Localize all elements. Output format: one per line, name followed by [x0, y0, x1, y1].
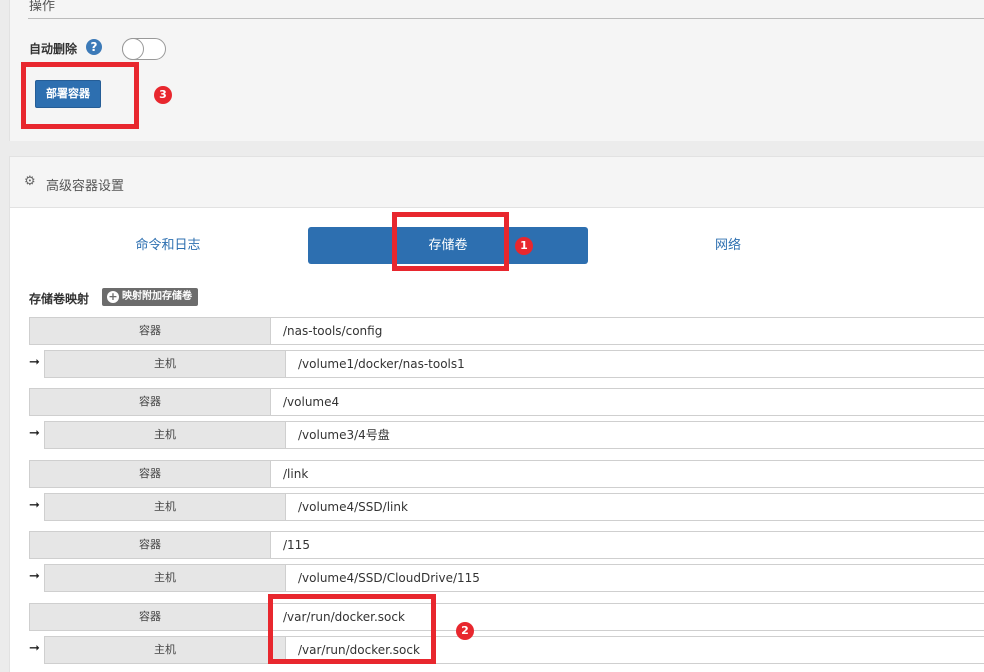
- advanced-title: 高级容器设置: [46, 179, 125, 194]
- container-label: 容器: [29, 531, 271, 559]
- arrow-right-icon: ➞: [29, 355, 40, 370]
- arrow-right-icon: ➞: [29, 426, 40, 441]
- arrow-right-icon: ➞: [29, 569, 40, 584]
- tab-command-log[interactable]: 命令和日志: [28, 227, 308, 264]
- host-label: 主机: [44, 564, 286, 592]
- host-path-input[interactable]: /volume1/docker/nas-tools1: [286, 350, 984, 378]
- advanced-header: ⚙ 高级容器设置: [10, 157, 984, 208]
- add-volume-label: 映射附加存储卷: [122, 291, 192, 302]
- host-path-input[interactable]: /volume4/SSD/link: [286, 493, 984, 521]
- host-row: ➞ 主机 /volume4/SSD/link: [0, 493, 984, 521]
- container-label: 容器: [29, 317, 271, 345]
- operation-panel: 操作 自动删除 ? 部署容器: [9, 0, 984, 141]
- container-label: 容器: [29, 603, 271, 631]
- host-row: ➞ 主机 /var/run/docker.sock: [0, 636, 984, 664]
- container-row: 容器 /115: [0, 531, 984, 559]
- annotation-badge-2: 2: [456, 622, 474, 640]
- plus-icon: +: [107, 290, 119, 303]
- host-row: ➞ 主机 /volume4/SSD/CloudDrive/115: [0, 564, 984, 592]
- section-label: 操作: [29, 0, 56, 14]
- container-row: 容器 /nas-tools/config: [0, 317, 984, 345]
- annotation-box-2: [268, 594, 436, 664]
- container-path-input[interactable]: /115: [271, 531, 984, 559]
- help-icon[interactable]: ?: [86, 39, 102, 55]
- host-path-input[interactable]: /volume3/4号盘: [286, 421, 984, 449]
- annotation-badge-1: 1: [515, 237, 533, 255]
- container-label: 容器: [29, 388, 271, 416]
- container-path-input[interactable]: /volume4: [271, 388, 984, 416]
- annotation-box-3: [21, 62, 139, 129]
- auto-remove-toggle[interactable]: [122, 38, 166, 60]
- toggle-knob: [122, 38, 144, 60]
- host-label: 主机: [44, 636, 286, 664]
- host-label: 主机: [44, 350, 286, 378]
- container-path-input[interactable]: /link: [271, 460, 984, 488]
- arrow-right-icon: ➞: [29, 641, 40, 656]
- host-row: ➞ 主机 /volume3/4号盘: [0, 421, 984, 449]
- container-row: 容器 /var/run/docker.sock: [0, 603, 984, 631]
- section-divider: [28, 18, 984, 19]
- container-row: 容器 /link: [0, 460, 984, 488]
- tab-network[interactable]: 网络: [588, 227, 868, 264]
- container-label: 容器: [29, 460, 271, 488]
- gear-icon: ⚙: [24, 174, 36, 189]
- container-path-input[interactable]: /nas-tools/config: [271, 317, 984, 345]
- add-volume-button[interactable]: + 映射附加存储卷: [102, 288, 198, 306]
- arrow-right-icon: ➞: [29, 498, 40, 513]
- auto-remove-label: 自动删除: [29, 42, 78, 56]
- volume-mapping-label: 存储卷映射: [29, 292, 90, 306]
- host-label: 主机: [44, 493, 286, 521]
- host-path-input[interactable]: /volume4/SSD/CloudDrive/115: [286, 564, 984, 592]
- host-label: 主机: [44, 421, 286, 449]
- container-row: 容器 /volume4: [0, 388, 984, 416]
- annotation-box-1: [392, 212, 509, 271]
- annotation-badge-3: 3: [154, 86, 172, 104]
- host-row: ➞ 主机 /volume1/docker/nas-tools1: [0, 350, 984, 378]
